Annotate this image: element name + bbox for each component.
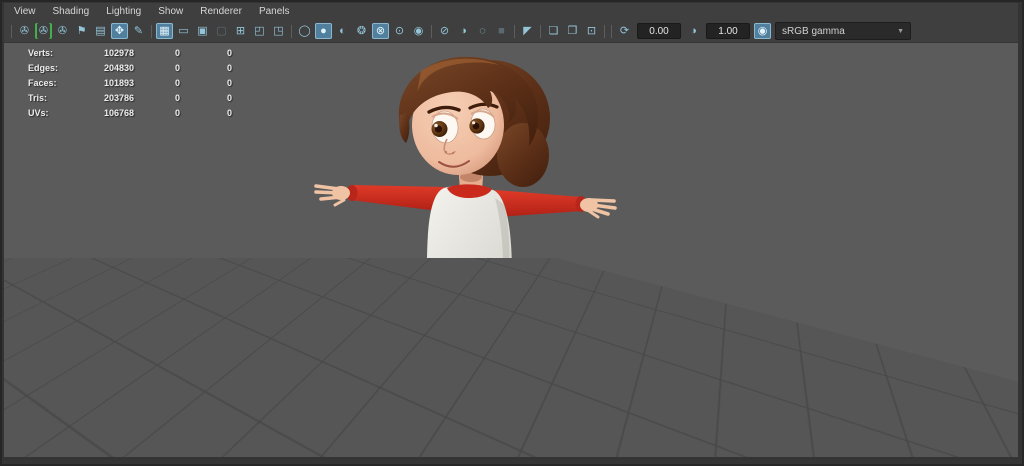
motion-blur-icon[interactable]: ◉ <box>410 23 427 39</box>
hud-other: 0 <box>180 93 232 103</box>
toolbar-separator <box>611 25 612 38</box>
isolate-select-icon[interactable]: ⊘ <box>436 23 453 39</box>
hud-total: 101893 <box>78 78 134 88</box>
shadows-icon[interactable]: ⊗ <box>372 23 389 39</box>
head <box>399 57 550 198</box>
select-camera-icon[interactable]: ✇ <box>16 23 33 39</box>
maya-viewport-panel: View Shading Lighting Show Renderer Pane… <box>0 0 1024 466</box>
use-default-material-icon[interactable]: ❂ <box>353 23 370 39</box>
xray-icon[interactable]: ◑ <box>455 23 472 39</box>
backface-culling-icon[interactable]: ■ <box>493 23 510 39</box>
hud-other: 0 <box>180 48 232 58</box>
view-transform-dropdown[interactable]: sRGB gamma ▼ <box>775 22 911 40</box>
character-model[interactable] <box>295 43 635 448</box>
hud-total: 203786 <box>78 93 134 103</box>
hud-selected: 0 <box>134 63 180 73</box>
selection-cursor-icon[interactable]: ◤ <box>519 23 536 39</box>
hud-total: 102978 <box>78 48 134 58</box>
hud-total: 106768 <box>78 108 134 118</box>
resolution-gate-icon[interactable]: ▣ <box>194 23 211 39</box>
hud-label: Edges: <box>28 63 78 73</box>
hud-row-uvs: UVs: 106768 0 0 <box>28 105 232 120</box>
camera-attributes-icon[interactable]: ✇ <box>54 23 71 39</box>
shoes <box>400 392 508 441</box>
hud-selected: 0 <box>134 48 180 58</box>
field-chart-icon[interactable]: ⊞ <box>232 23 249 39</box>
hud-other: 0 <box>180 108 232 118</box>
y-axis-label: Y <box>34 416 40 425</box>
toolbar-separator <box>540 25 541 38</box>
pan-zoom-icon[interactable]: ✥ <box>111 23 128 39</box>
toolbar-separator <box>291 25 292 38</box>
panel-toolbar: ✇ ✇ ✇ ⚑ ▤ ✥ ✎ ▦ ▭ ▣ ▢ ⊞ ◰ ◳ ◯ ● ◐ ❂ ⊗ ⊙ … <box>4 20 1018 42</box>
hud-row-tris: Tris: 203786 0 0 <box>28 90 232 105</box>
menu-lighting[interactable]: Lighting <box>106 6 141 17</box>
menu-renderer[interactable]: Renderer <box>200 6 242 17</box>
hud-label: Faces: <box>28 78 78 88</box>
lock-camera-icon[interactable]: ✇ <box>35 23 52 39</box>
pane-duplicate-icon[interactable]: ❐ <box>564 23 581 39</box>
wireframe-icon[interactable]: ◯ <box>296 23 313 39</box>
toolbar-separator <box>431 25 432 38</box>
hud-label: Tris: <box>28 93 78 103</box>
hud-label: Verts: <box>28 48 78 58</box>
hair-sideburn <box>399 113 409 143</box>
xray-joints-icon[interactable]: ◌ <box>474 23 491 39</box>
menu-panels[interactable]: Panels <box>259 6 290 17</box>
hud-selected: 0 <box>134 93 180 103</box>
gate-mask-icon[interactable]: ▢ <box>213 23 230 39</box>
hud-other: 0 <box>180 78 232 88</box>
status-text: 2D Pan/Zoom : persp <box>4 444 1018 455</box>
toolbar-separator <box>11 25 12 38</box>
gamma-field[interactable]: 1.00 <box>706 23 750 39</box>
hud-row-faces: Faces: 101893 0 0 <box>28 75 232 90</box>
torso <box>427 185 512 301</box>
menu-shading[interactable]: Shading <box>53 6 90 17</box>
chevron-down-icon: ▼ <box>897 28 904 35</box>
textured-icon[interactable]: ◐ <box>334 23 351 39</box>
lights-icon[interactable]: ⊙ <box>391 23 408 39</box>
exposure-icon[interactable]: ⟳ <box>616 23 633 39</box>
pane-expand-icon[interactable]: ⊡ <box>583 23 600 39</box>
hud-row-edges: Edges: 204830 0 0 <box>28 60 232 75</box>
hud-total: 204830 <box>78 63 134 73</box>
toolbar-separator <box>151 25 152 38</box>
toolbar-separator <box>604 25 605 38</box>
color-management-icon[interactable]: ◉ <box>754 23 771 39</box>
exposure-field[interactable]: 0.00 <box>637 23 681 39</box>
viewport[interactable]: Verts: 102978 0 0 Edges: 204830 0 0 Face… <box>4 42 1018 457</box>
hud-label: UVs: <box>28 108 78 118</box>
panel: View Shading Lighting Show Renderer Pane… <box>4 3 1018 457</box>
grease-pencil-icon[interactable]: ✎ <box>130 23 147 39</box>
menu-view[interactable]: View <box>14 6 36 17</box>
safe-title-icon[interactable]: ◳ <box>270 23 287 39</box>
toolbar-separator <box>514 25 515 38</box>
grid-icon[interactable]: ▦ <box>156 23 173 39</box>
menu-show[interactable]: Show <box>158 6 183 17</box>
hud-selected: 0 <box>134 78 180 88</box>
hud-row-verts: Verts: 102978 0 0 <box>28 45 232 60</box>
film-gate-icon[interactable]: ▭ <box>175 23 192 39</box>
hud-selected: 0 <box>134 108 180 118</box>
view-transform-value: sRGB gamma <box>782 26 845 37</box>
bookmarks-icon[interactable]: ⚑ <box>73 23 90 39</box>
panel-menubar: View Shading Lighting Show Renderer Pane… <box>4 3 1018 20</box>
polycount-hud: Verts: 102978 0 0 Edges: 204830 0 0 Face… <box>28 45 232 120</box>
pane-copy-icon[interactable]: ❏ <box>545 23 562 39</box>
gamma-icon[interactable]: ◑ <box>685 23 702 39</box>
hud-other: 0 <box>180 63 232 73</box>
safe-action-icon[interactable]: ◰ <box>251 23 268 39</box>
image-plane-icon[interactable]: ▤ <box>92 23 109 39</box>
smooth-shade-icon[interactable]: ● <box>315 23 332 39</box>
